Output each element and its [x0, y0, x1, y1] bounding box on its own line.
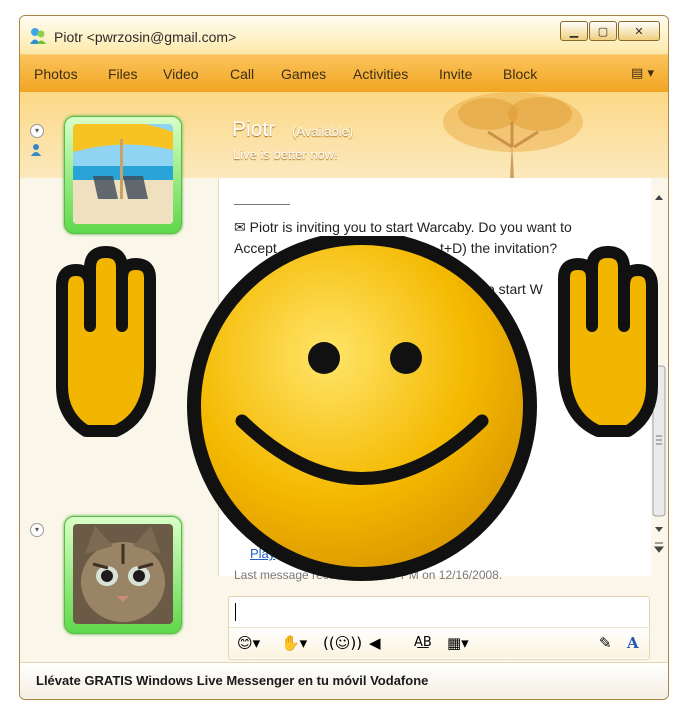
contact-status: (Available): [292, 124, 354, 139]
contact-avatar-image: [73, 124, 173, 224]
menu-activities[interactable]: Activities: [353, 66, 408, 82]
menu-games[interactable]: Games: [281, 66, 326, 82]
contact-personal-message: Live is better now!: [233, 147, 338, 162]
contact-name: Piotr: [232, 118, 276, 141]
beach-chairs-image: [73, 124, 173, 224]
title-bar: Piotr <pwrzosin@gmail.com> ▁ ▢ ✕: [20, 16, 668, 54]
window-title: Piotr <pwrzosin@gmail.com>: [54, 29, 237, 45]
minimize-icon: ▁: [569, 24, 579, 38]
smiley-left-eye: [308, 342, 340, 374]
voice-clip-icon[interactable]: ◀: [369, 633, 381, 653]
smiley-face: [187, 236, 537, 581]
background-icon[interactable]: ▦▾: [447, 633, 469, 653]
emoticon-icon[interactable]: 😊▾: [237, 633, 260, 653]
waving-smiley-icon: [56, 236, 658, 581]
menu-block[interactable]: Block: [503, 66, 537, 82]
messenger-window: Piotr <pwrzosin@gmail.com> ▁ ▢ ✕ Photos …: [19, 15, 669, 700]
menu-photos[interactable]: Photos: [34, 66, 78, 82]
nudge-icon[interactable]: ((☺)): [323, 633, 362, 653]
close-button[interactable]: ✕: [618, 21, 660, 41]
footer-advertisement[interactable]: Llévate GRATIS Windows Live Messenger en…: [20, 662, 668, 699]
close-icon: ✕: [634, 24, 644, 38]
collapse-contact-toggle[interactable]: ▾: [30, 124, 44, 138]
formatting-toolbar: 😊▾ ✋▾ ((☺)) ◀ A͟B ▦▾ ✎ A: [229, 627, 649, 658]
wink-icon[interactable]: ✋▾: [281, 633, 307, 653]
maximize-button[interactable]: ▢: [589, 21, 617, 41]
maximize-icon: ▢: [597, 24, 609, 38]
message-input-area[interactable]: 😊▾ ✋▾ ((☺)) ◀ A͟B ▦▾ ✎ A: [228, 596, 650, 660]
person-icon[interactable]: [30, 143, 42, 157]
left-hand-icon: [56, 246, 156, 437]
menu-video[interactable]: Video: [163, 66, 199, 82]
invite-message-line1: ✉ Piotr is inviting you to start Warcaby…: [234, 219, 572, 236]
menu-invite[interactable]: Invite: [439, 66, 472, 82]
contact-avatar[interactable]: [64, 116, 182, 234]
message-separator: [234, 204, 290, 205]
pen-icon[interactable]: ✎: [599, 633, 612, 653]
options-menu-icon[interactable]: ▤ ▾: [631, 66, 654, 81]
ad-text: Llévate GRATIS Windows Live Messenger en…: [36, 673, 429, 688]
tree-background-image: [443, 92, 583, 178]
window-controls: ▁ ▢ ✕: [559, 21, 660, 41]
minimize-button[interactable]: ▁: [560, 21, 588, 41]
invite-envelope-icon: ✉: [234, 219, 246, 235]
scroll-up-arrow[interactable]: [655, 195, 663, 200]
menu-files[interactable]: Files: [108, 66, 138, 82]
menu-bar: Photos Files Video Call Games Activities…: [20, 54, 668, 93]
menu-call[interactable]: Call: [230, 66, 254, 82]
collapse-my-avatar-toggle[interactable]: ▾: [30, 523, 44, 537]
spell-check-icon[interactable]: A͟B: [414, 633, 432, 653]
right-hand-icon: [558, 246, 658, 437]
smiley-right-eye: [390, 342, 422, 374]
font-icon[interactable]: A: [627, 633, 639, 653]
invite-text: Piotr is inviting you to start Warcaby. …: [249, 219, 572, 235]
text-caret: [235, 603, 236, 621]
messenger-icon: [30, 28, 46, 44]
